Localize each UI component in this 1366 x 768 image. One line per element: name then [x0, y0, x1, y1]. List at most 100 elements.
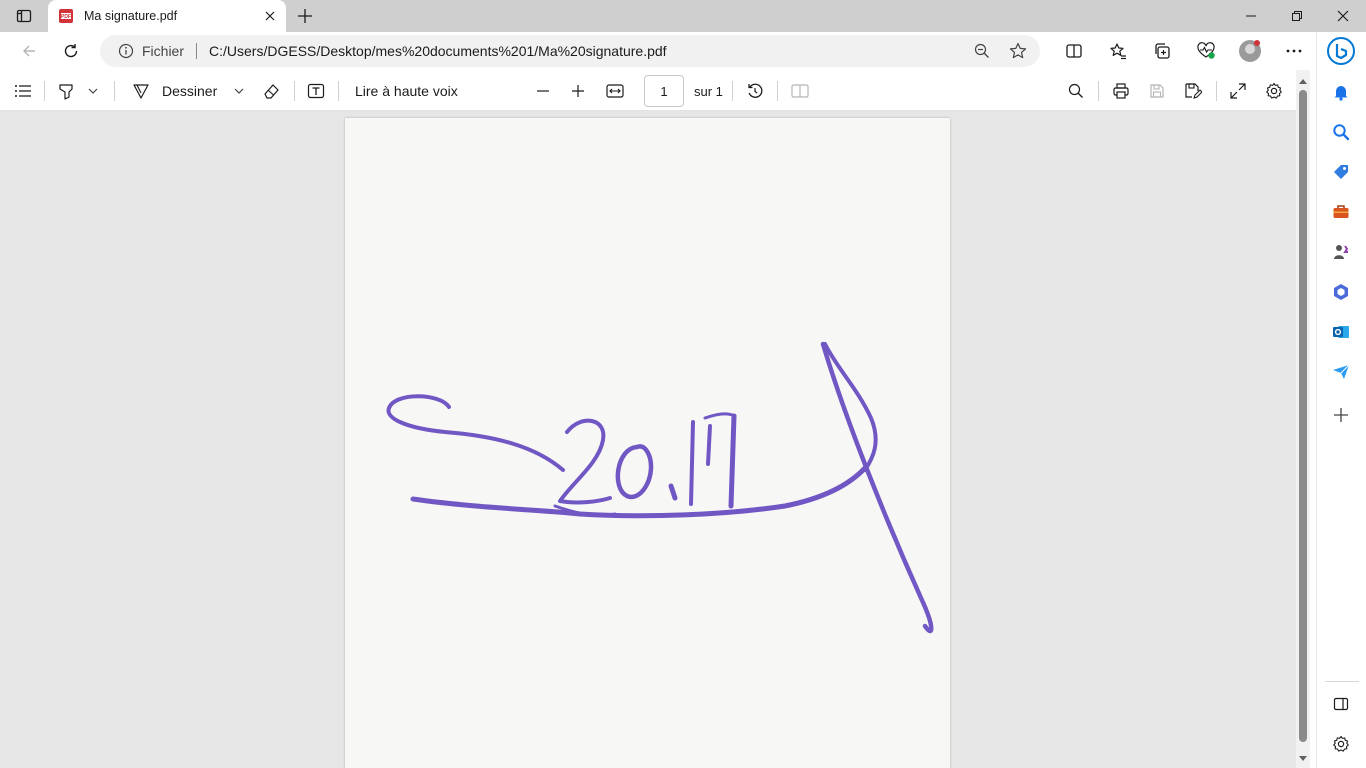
more-icon: [1286, 49, 1302, 53]
vertical-scrollbar[interactable]: [1296, 70, 1310, 768]
favorite-button[interactable]: [1006, 39, 1030, 63]
notifications-button[interactable]: [1326, 77, 1356, 107]
search-sidebar-button[interactable]: [1326, 117, 1356, 147]
star-icon: [1009, 42, 1027, 59]
close-icon: [1337, 10, 1349, 22]
shopping-button[interactable]: [1326, 157, 1356, 187]
sidebar-panel-icon: [1333, 697, 1349, 711]
read-aloud-button[interactable]: Lire à haute voix: [355, 78, 458, 104]
search-icon: [1333, 124, 1350, 141]
site-info[interactable]: Fichier: [118, 43, 184, 59]
address-separator: [196, 43, 198, 59]
full-screen-button[interactable]: [1227, 78, 1249, 104]
pdf-settings-button[interactable]: [1263, 78, 1285, 104]
back-button[interactable]: [14, 36, 44, 66]
triangle-down-icon: [1299, 755, 1307, 761]
heart-pulse-icon: [1197, 42, 1215, 59]
address-actions: [970, 39, 1030, 63]
info-icon: [118, 43, 134, 59]
favorites-button[interactable]: [1096, 36, 1140, 66]
minimize-button[interactable]: [1228, 0, 1274, 32]
restore-icon: [1292, 11, 1302, 21]
find-button[interactable]: [1065, 78, 1087, 104]
restore-button[interactable]: [1274, 0, 1320, 32]
scroll-down-button[interactable]: [1298, 752, 1308, 764]
save-button[interactable]: [1146, 78, 1168, 104]
zoom-out-button[interactable]: [970, 39, 994, 63]
outlook-icon: [1333, 326, 1349, 338]
eraser-icon: [264, 84, 279, 99]
add-text-button[interactable]: [305, 78, 327, 104]
fit-width-icon: [606, 84, 624, 98]
add-icon: [1334, 408, 1348, 422]
copilot-icon: [1327, 37, 1355, 65]
toolbox-icon: [1333, 205, 1349, 218]
draw-options-button[interactable]: [230, 78, 248, 104]
print-button[interactable]: [1110, 78, 1132, 104]
highlight-options-button[interactable]: [84, 78, 102, 104]
new-tab-button[interactable]: [292, 4, 318, 28]
back-arrow-icon: [23, 45, 35, 57]
draw-icon: [133, 84, 149, 99]
expand-icon: [1230, 83, 1246, 99]
edge-sidebar: [1316, 32, 1366, 768]
sidebar-settings-button[interactable]: [1326, 729, 1356, 759]
page-number-input[interactable]: 1: [644, 75, 684, 107]
toolbar-divider: [1098, 81, 1099, 101]
tools-button[interactable]: [1326, 197, 1356, 227]
office-button[interactable]: [1326, 277, 1356, 307]
save-as-button[interactable]: [1182, 78, 1204, 104]
close-icon: [265, 11, 275, 21]
zoom-out-pdf-button[interactable]: [533, 78, 553, 104]
page-view-button[interactable]: [789, 78, 811, 104]
triangle-up-icon: [1299, 78, 1307, 84]
active-tab[interactable]: PDF Ma signature.pdf: [48, 0, 286, 32]
games-button[interactable]: [1326, 237, 1356, 267]
scroll-thumb[interactable]: [1299, 90, 1307, 742]
pdf-document-area[interactable]: [0, 111, 1296, 768]
draw-button[interactable]: Dessiner: [132, 78, 217, 104]
tab-close-button[interactable]: [258, 4, 282, 28]
tab-actions-button[interactable]: [8, 4, 40, 28]
save-as-icon: [1185, 83, 1202, 99]
security-label: Fichier: [142, 43, 185, 59]
toolbar-divider: [1216, 81, 1217, 101]
profile-button[interactable]: [1228, 36, 1272, 66]
scroll-up-button[interactable]: [1298, 75, 1308, 87]
svg-text:PDF: PDF: [61, 14, 71, 20]
read-aloud-label: Lire à haute voix: [355, 83, 458, 99]
rotate-button[interactable]: [744, 78, 766, 104]
tab-title: Ma signature.pdf: [84, 9, 178, 23]
collections-button[interactable]: [1140, 36, 1184, 66]
performance-button[interactable]: [1184, 36, 1228, 66]
outlook-button[interactable]: [1326, 317, 1356, 347]
save-icon: [1150, 84, 1164, 98]
hide-sidebar-button[interactable]: [1326, 689, 1356, 719]
pdf-toolbar: Dessiner Lire à haute voix 1 sur 1: [0, 70, 1296, 111]
zoom-in-pdf-button[interactable]: [568, 78, 588, 104]
refresh-button[interactable]: [56, 36, 86, 66]
fit-width-button[interactable]: [604, 78, 626, 104]
pdf-page[interactable]: [345, 118, 950, 768]
split-screen-button[interactable]: [1052, 36, 1096, 66]
more-options-button[interactable]: [1272, 36, 1316, 66]
window-close-button[interactable]: [1320, 0, 1366, 32]
split-screen-icon: [1066, 44, 1082, 58]
toolbar-divider: [732, 81, 733, 101]
drop-button[interactable]: [1326, 357, 1356, 387]
office-icon: [1334, 284, 1348, 300]
chevron-down-icon: [234, 88, 244, 94]
tab-actions-icon: [16, 9, 32, 23]
add-sidebar-app-button[interactable]: [1326, 400, 1356, 430]
copilot-button[interactable]: [1326, 36, 1356, 66]
contents-button[interactable]: [12, 78, 34, 104]
address-bar[interactable]: Fichier C:/Users/DGESS/Desktop/mes%20doc…: [100, 35, 1040, 67]
gear-icon: [1266, 82, 1282, 99]
page-total: sur 1: [694, 83, 723, 99]
rotate-icon: [748, 83, 763, 98]
url-text[interactable]: C:/Users/DGESS/Desktop/mes%20documents%2…: [209, 43, 667, 59]
erase-button[interactable]: [260, 78, 282, 104]
highlight-button[interactable]: [56, 78, 76, 104]
games-icon: [1334, 245, 1349, 259]
sidebar-divider: [1325, 681, 1359, 682]
